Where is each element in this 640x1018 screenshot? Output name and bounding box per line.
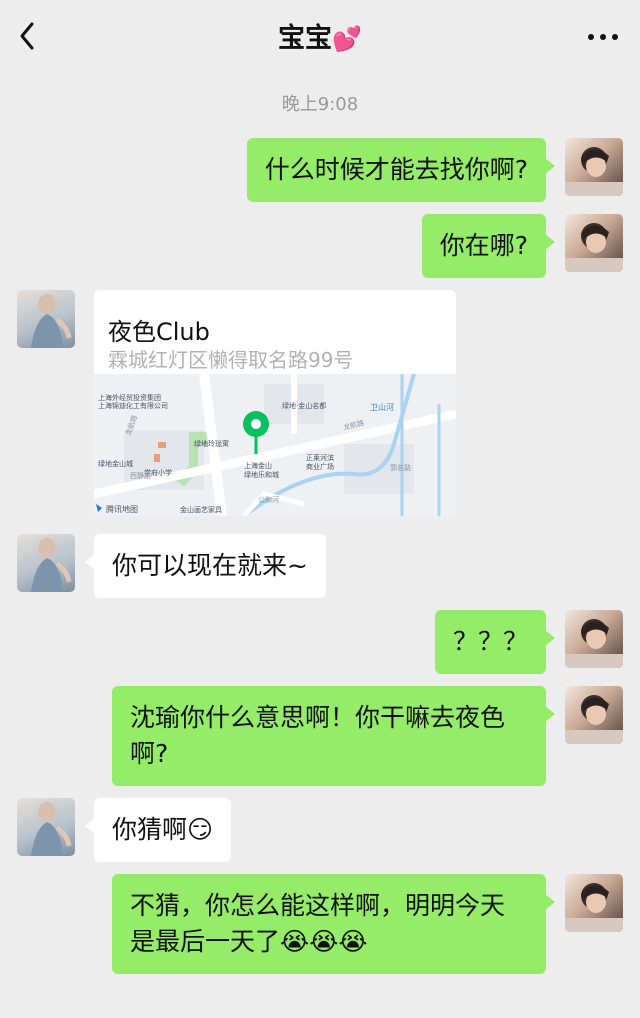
avatar-me[interactable] — [565, 610, 623, 668]
chat-title: 宝宝💕 — [0, 16, 640, 55]
map-label: 绿地金山城 — [98, 459, 133, 468]
avatar-me[interactable] — [565, 874, 623, 932]
map-label: 郭名路 — [390, 463, 411, 472]
message-bubble-outgoing[interactable]: 你在哪? — [421, 214, 556, 278]
map-label: 卫山河 — [370, 402, 394, 412]
avatar-her[interactable] — [17, 290, 75, 348]
location-name: 夜色Club — [108, 318, 210, 346]
location-address: 霖城红灯区懒得取名路99号 — [108, 348, 354, 372]
map-label: 上海金山 — [244, 461, 272, 470]
message-bubble-incoming[interactable]: 你猜啊😏 — [84, 798, 232, 862]
map-label: 上海外经贸投资集团 — [98, 393, 161, 402]
map-label: 金山画艺家具 — [180, 505, 222, 514]
map-label: 西静路 — [130, 471, 151, 480]
map-attribution: 腾讯地图 — [106, 504, 138, 514]
location-card[interactable]: 夜色Club 霖城红灯区懒得取名路99号 上海外经贸投资集团 上海锦迪化工有限公… — [94, 290, 456, 516]
message-bubble-outgoing[interactable]: 什么时候才能去找你啊? — [246, 138, 556, 202]
message-bubble-outgoing[interactable]: ？？？ — [434, 610, 556, 674]
message-bubble-incoming[interactable]: 你可以现在就来~ — [85, 534, 326, 598]
map-label: 绿地乐和城 — [244, 470, 279, 479]
map-label: 正莱河滨 — [306, 453, 334, 462]
timestamp: 晚上9:08 — [281, 94, 359, 115]
avatar-me[interactable] — [565, 214, 623, 272]
avatar-her[interactable] — [17, 798, 75, 856]
chat-title-text: 宝宝 — [278, 23, 333, 54]
map-label: 商业广场 — [306, 462, 334, 471]
chat-header: 宝宝💕 — [0, 0, 640, 72]
avatar-me[interactable] — [565, 138, 623, 196]
map-label: 绿地玲珑寓 — [194, 439, 229, 448]
heart-emoji-icon: 💕 — [332, 25, 362, 53]
message-bubble-outgoing[interactable]: 沈瑜你什么意思啊！你干嘛去夜色啊? — [112, 686, 555, 786]
avatar-me[interactable] — [565, 686, 623, 744]
more-dots-icon[interactable] — [588, 34, 618, 40]
map-label: 公和河 — [258, 495, 279, 504]
location-map[interactable]: 上海外经贸投资集团 上海锦迪化工有限公司 绿地·金山名都 绿地玲珑寓 绿地金山城… — [94, 374, 456, 516]
message-bubble-outgoing[interactable]: 不猜，你怎么能这样啊，明明今天是最后一天了😭😭😭 — [112, 874, 555, 974]
avatar-her[interactable] — [17, 534, 75, 592]
map-label: 绿地·金山名都 — [282, 401, 326, 410]
map-label: 上海锦迪化工有限公司 — [98, 401, 168, 410]
